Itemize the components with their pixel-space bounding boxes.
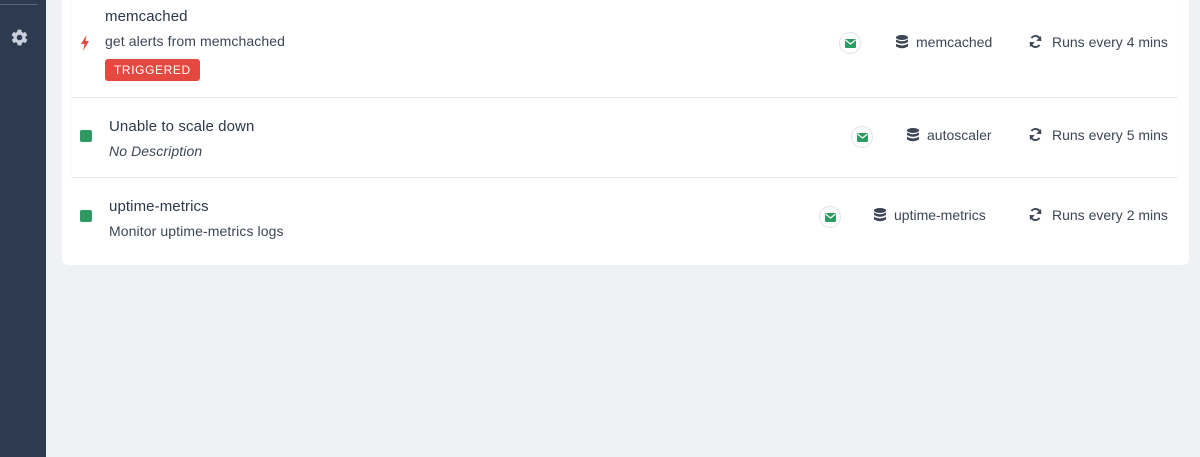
gear-icon[interactable] [10, 28, 29, 47]
bolt-icon [81, 35, 89, 51]
envelope-icon [857, 133, 868, 142]
database-icon [896, 35, 908, 49]
email-notification-button[interactable] [819, 206, 841, 228]
alert-title[interactable]: memcached [105, 8, 188, 25]
alert-description: No Description [109, 143, 203, 159]
envelope-icon [825, 213, 836, 222]
refresh-icon [1029, 35, 1042, 48]
source-label: memcached [916, 34, 993, 50]
list-item[interactable]: uptime-metrics Monitor uptime-metrics lo… [72, 178, 1178, 258]
alert-title[interactable]: Unable to scale down [109, 118, 254, 135]
green-square-icon [80, 210, 92, 222]
list-item[interactable]: Unable to scale down No Description auto… [72, 98, 1178, 178]
refresh-icon [1029, 128, 1042, 141]
schedule-label: Runs every 5 mins [1052, 127, 1168, 143]
sidebar-divider [0, 4, 38, 5]
green-square-icon [80, 130, 92, 142]
status-badge: TRIGGERED [105, 59, 200, 81]
database-icon [874, 208, 886, 222]
alert-title[interactable]: uptime-metrics [109, 198, 209, 215]
email-notification-button[interactable] [839, 32, 861, 54]
refresh-icon [1029, 208, 1042, 221]
sidebar [0, 0, 46, 457]
database-icon [907, 128, 919, 142]
envelope-icon [845, 39, 856, 48]
alert-description: get alerts from memchached [105, 33, 286, 49]
source-label: autoscaler [927, 127, 992, 143]
list-item[interactable]: memcached get alerts from memchached TRI… [72, 0, 1178, 98]
email-notification-button[interactable] [851, 126, 873, 148]
alert-description: Monitor uptime-metrics logs [109, 223, 284, 239]
schedule-label: Runs every 4 mins [1052, 34, 1168, 50]
source-label: uptime-metrics [894, 207, 986, 223]
alerts-list: memcached get alerts from memchached TRI… [62, 0, 1189, 265]
schedule-label: Runs every 2 mins [1052, 207, 1168, 223]
